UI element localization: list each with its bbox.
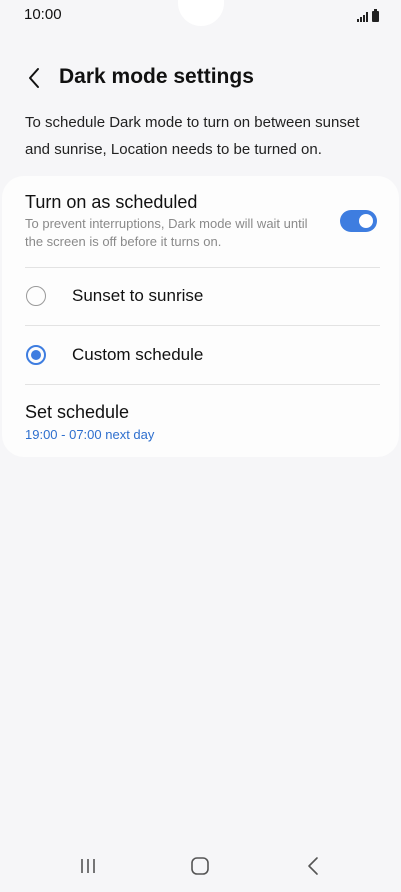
option-label: Custom schedule [72, 345, 204, 364]
switch-knob [359, 214, 373, 228]
status-time: 10:00 [24, 6, 62, 23]
toggle-description: To prevent interruptions, Dark mode will… [25, 216, 308, 249]
system-back-button[interactable] [298, 853, 328, 879]
recent-apps-button[interactable] [73, 853, 103, 879]
back-button[interactable] [20, 64, 48, 92]
battery-icon [372, 9, 379, 22]
page-title: Dark mode settings [59, 65, 254, 88]
schedule-settings-card: Turn on as scheduled To prevent interrup… [2, 176, 399, 457]
toggle-title: Turn on as scheduled [25, 192, 198, 212]
divider [25, 384, 380, 385]
navigation-bar [0, 845, 401, 885]
status-icons [357, 8, 379, 22]
status-bar: 10:00 [0, 0, 401, 30]
option-custom-schedule[interactable]: Custom schedule [2, 326, 399, 384]
app-header: Dark mode settings [0, 60, 401, 96]
option-label: Sunset to sunrise [72, 286, 204, 305]
turn-on-as-scheduled-row[interactable]: Turn on as scheduled To prevent interrup… [2, 176, 399, 266]
dark-mode-settings-screen: 10:00 Dark mode settings To schedule Dar… [0, 0, 401, 892]
radio-button[interactable] [26, 286, 46, 306]
set-schedule-title: Set schedule [25, 402, 130, 422]
signal-icon [357, 12, 368, 22]
recent-apps-icon [81, 859, 95, 873]
option-sunset-to-sunrise[interactable]: Sunset to sunrise [2, 267, 399, 325]
set-schedule-row[interactable]: Set schedule 19:00 - 07:00 next day [2, 386, 399, 454]
camera-notch [178, 0, 224, 26]
home-icon [191, 857, 209, 875]
scheduled-toggle-switch[interactable] [340, 210, 377, 232]
schedule-time-range: 19:00 - 07:00 next day [25, 427, 155, 442]
home-button[interactable] [185, 853, 215, 879]
radio-button-selected[interactable] [26, 345, 46, 365]
back-chevron-icon [29, 68, 39, 88]
location-requirement-text: To schedule Dark mode to turn on between… [25, 114, 360, 158]
back-icon [308, 857, 318, 875]
